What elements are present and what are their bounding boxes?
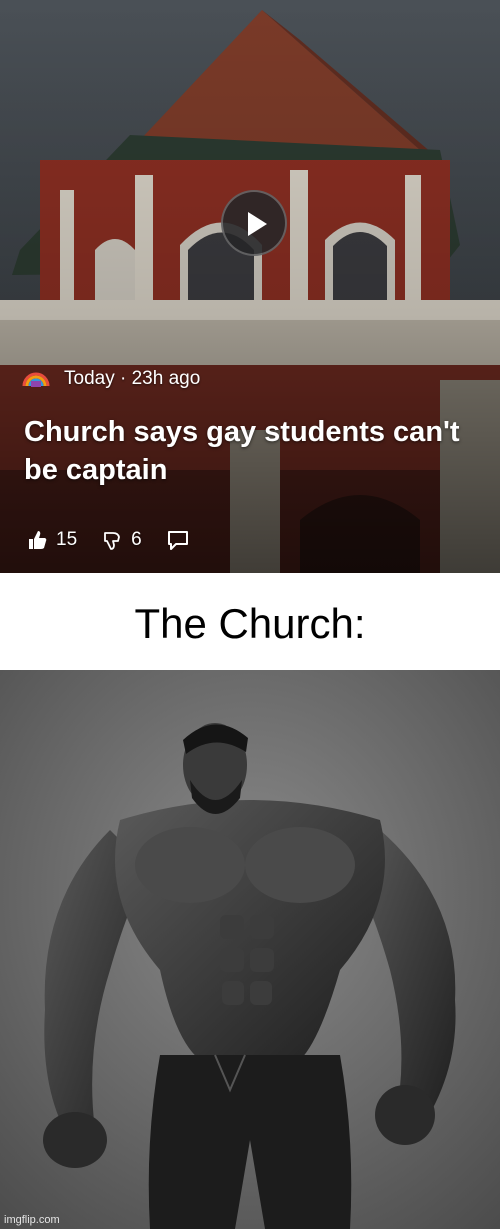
- caption-text: The Church:: [134, 599, 366, 647]
- muscular-man-image: imgflip.com: [0, 670, 500, 1229]
- muscular-man-illustration: [0, 670, 500, 1229]
- comment-icon: [167, 531, 188, 550]
- watermark: imgflip.com: [4, 1214, 60, 1226]
- play-icon: [248, 212, 267, 236]
- like-count: 15: [56, 529, 78, 550]
- rainbow-logo-icon: [22, 372, 50, 387]
- comment-button[interactable]: [166, 529, 190, 551]
- meta-text: Today · 23h ago: [64, 368, 201, 389]
- headline[interactable]: Church says gay students can't be captai…: [24, 413, 464, 489]
- dislike-button[interactable]: 6: [101, 529, 142, 551]
- caption-panel: The Church:: [0, 573, 500, 670]
- card-meta: Today · 23h ago: [22, 365, 200, 393]
- dislike-count: 6: [131, 529, 142, 550]
- like-button[interactable]: 15: [26, 529, 77, 551]
- news-card[interactable]: Today · 23h ago Church says gay students…: [0, 0, 500, 573]
- play-button[interactable]: [221, 190, 287, 256]
- thumbs-down-icon: [104, 532, 121, 550]
- thumbs-up-icon: [29, 531, 47, 549]
- reaction-bar: 15 6: [26, 524, 190, 556]
